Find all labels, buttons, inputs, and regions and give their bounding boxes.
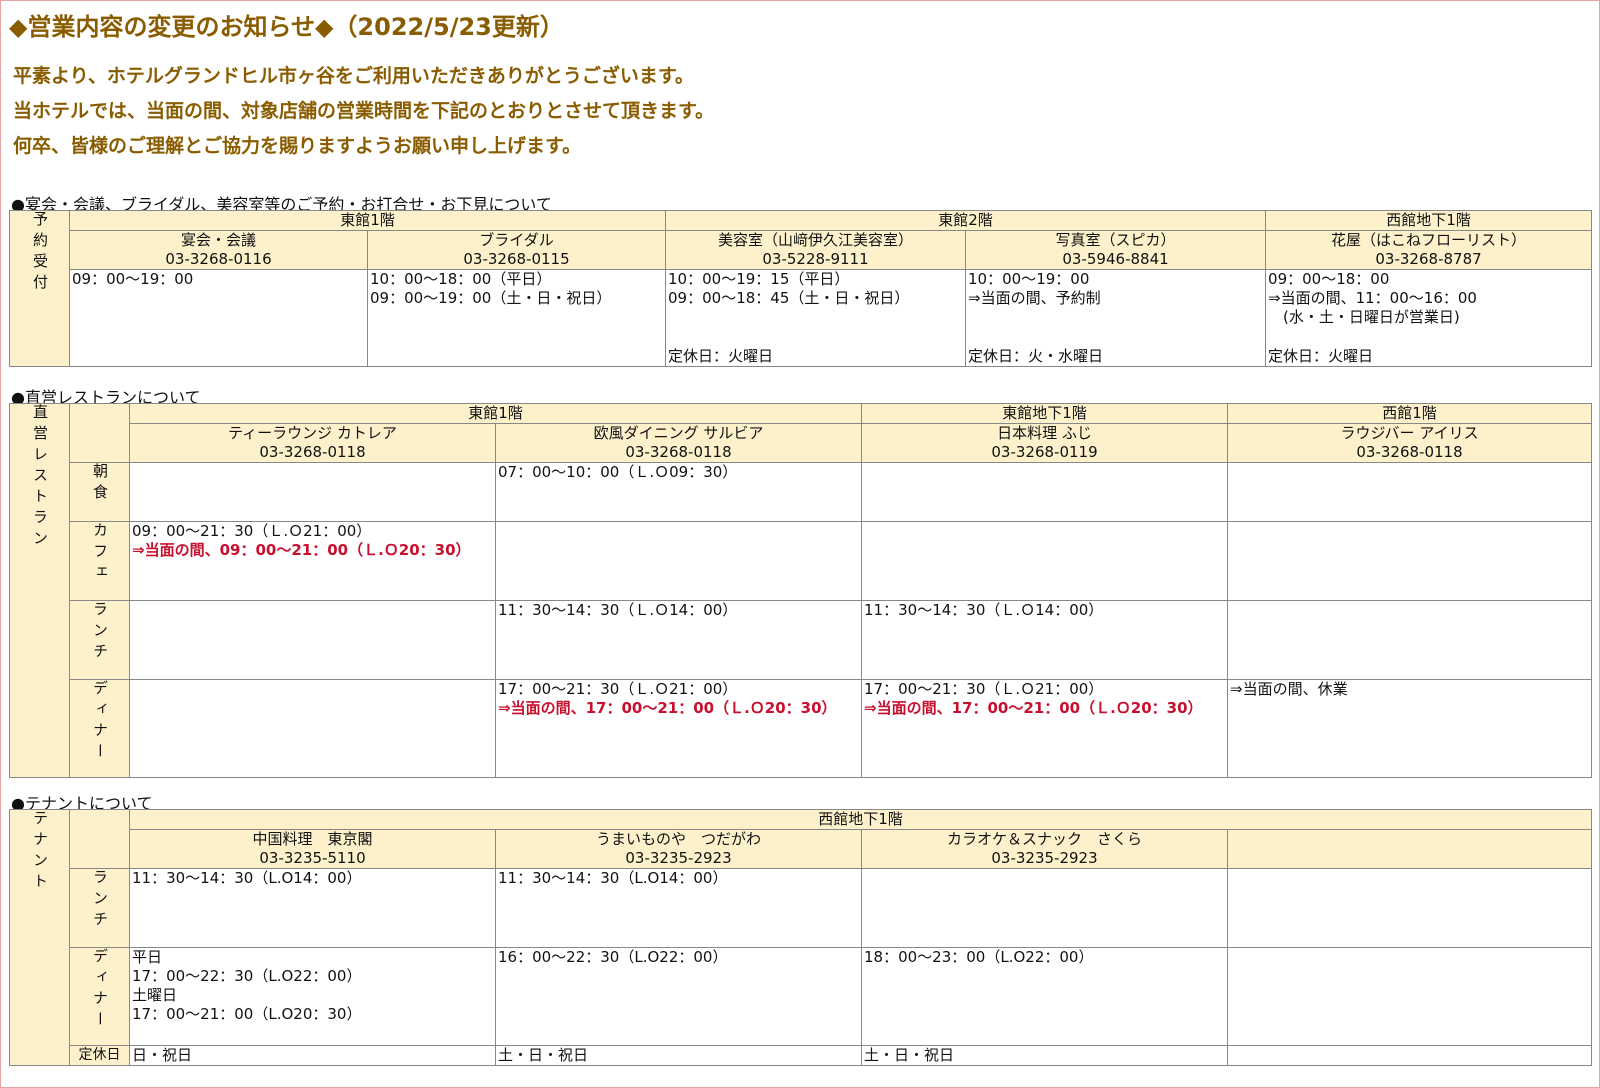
shop-header: うまいものや つだがわ 03-3235-2923	[495, 829, 862, 869]
notice-page: ◆営業内容の変更のお知らせ◆（2022/5/23更新） 平素より、ホテルグランド…	[0, 0, 1600, 1088]
shop-header: 中国料理 東京閣 03-3235-5110	[129, 829, 496, 869]
hours-cell	[1227, 521, 1593, 601]
meal-label-dinner: ディナー	[69, 947, 130, 1046]
hours-cell: 10：00〜19：15（平日） 09：00〜18：45（土・日・祝日） 定休日：火…	[665, 269, 967, 367]
hours-cell: 11：30〜14：30（L.O14：00）	[495, 868, 862, 948]
hours-cell	[1226, 947, 1593, 1046]
reservations-side-label: 予約受付	[9, 210, 70, 367]
shop-header: ティーラウンジ カトレア 03-3268-0118	[129, 423, 496, 463]
temporary-hours-notice: ⇒当面の間、09：00〜21：00（Ｌ.Ｏ20：30）	[132, 541, 471, 559]
floor-header: 東館1階	[128, 403, 863, 424]
hours-cell: 11：30〜14：30（L.O14：00）	[129, 868, 496, 948]
shop-header: ブライダル 03-3268-0115	[366, 230, 667, 270]
hours-cell: 17：00〜21：30（Ｌ.Ｏ21：00） ⇒当面の間、17：00〜21：00（Ｌ…	[494, 679, 863, 778]
restaurants-table: 直営レストラン 東館1階 東館地下1階 西館1階 ティーラウンジ カトレア 03-…	[9, 403, 1593, 778]
shop-header: 写真室（スピカ） 03-5946-8841	[965, 230, 1267, 270]
closed-days: 定休日：火・水曜日	[968, 347, 1104, 365]
reservations-table: 予約受付 東館1階 東館2階 西館地下1階 宴会・会議 03-3268-0116 …	[9, 210, 1593, 367]
shop-header: ラウジバー アイリス 03-3268-0118	[1227, 423, 1593, 463]
hours-cell: ⇒当面の間、休業	[1227, 679, 1593, 778]
hours-cell: 07：00〜10：00（Ｌ.Ｏ09：30）	[494, 462, 863, 522]
intro-line-1: 平素より、ホテルグランドヒル市ヶ谷をご利用いただきありがとうございます。	[13, 65, 694, 87]
closed-days-cell: 日・祝日	[129, 1045, 496, 1066]
hours-cell	[861, 868, 1228, 948]
floor-header: 東館地下1階	[861, 403, 1229, 424]
floor-header: 東館1階	[68, 210, 667, 231]
hours-cell: 平日 17：00〜22：30（L.O22：00） 土曜日 17：00〜21：00…	[129, 947, 496, 1046]
hours-cell: 11：30〜14：30（Ｌ.Ｏ14：00）	[861, 600, 1229, 680]
shop-header: 欧風ダイニング サルビア 03-3268-0118	[494, 423, 863, 463]
hours-cell	[1227, 600, 1593, 680]
shop-header: カラオケ＆スナック さくら 03-3235-2923	[861, 829, 1228, 869]
closed-days-cell	[1226, 1045, 1593, 1066]
hours-cell: 10：00〜19：00 ⇒当面の間、予約制 定休日：火・水曜日	[965, 269, 1267, 367]
intro-line-3: 何卒、皆様のご理解とご協力を賜りますようお願い申し上げます。	[13, 135, 582, 157]
closed-days-cell: 土・日・祝日	[495, 1045, 862, 1066]
hours-cell	[494, 521, 863, 601]
meal-label-lunch: ランチ	[69, 600, 130, 680]
shop-header: 日本料理 ふじ 03-3268-0119	[861, 423, 1229, 463]
intro-line-2: 当ホテルでは、当面の間、対象店舗の営業時間を下記のとおりとさせて頂きます。	[13, 100, 715, 122]
meal-label-breakfast: 朝食	[69, 462, 130, 522]
page-title: ◆営業内容の変更のお知らせ◆（2022/5/23更新）	[9, 13, 564, 41]
hours-cell	[1227, 462, 1593, 522]
hours-cell: 11：30〜14：30（Ｌ.Ｏ14：00）	[494, 600, 863, 680]
hours-cell: 17：00〜21：30（Ｌ.Ｏ21：00） ⇒当面の間、17：00〜21：00（Ｌ…	[861, 679, 1229, 778]
hours-cell: 09：00〜21：30（Ｌ.Ｏ21：00） ⇒当面の間、09：00〜21：00（Ｌ…	[129, 521, 496, 601]
hours-cell: 09：00〜19：00	[69, 269, 368, 367]
meal-label-cafe: カフェ	[69, 521, 130, 601]
closed-days: 定休日：火曜日	[668, 347, 774, 365]
shop-header: 美容室（山﨑伊久江美容室） 03-5228-9111	[665, 230, 967, 270]
shop-header	[1226, 829, 1593, 869]
hours-cell	[861, 521, 1229, 601]
closed-days-label: 定休日	[69, 1045, 130, 1066]
tenants-table: テナント 西館地下1階 中国料理 東京閣 03-3235-5110 うまいものや …	[9, 809, 1593, 1066]
hours-cell: 18：00〜23：00（L.O22：00）	[861, 947, 1228, 1046]
blank-header	[69, 809, 130, 869]
hours-cell	[129, 600, 496, 680]
closed-days: 定休日：火曜日	[1268, 347, 1374, 365]
tenants-side-label: テナント	[9, 809, 70, 1066]
temporary-hours-notice: ⇒当面の間、17：00〜21：00（Ｌ.Ｏ20：30）	[498, 699, 837, 717]
shop-header: 花屋（はこねフローリスト） 03-3268-8787	[1265, 230, 1593, 270]
floor-header: 西館1階	[1227, 403, 1593, 424]
hours-cell: 10：00〜18：00（平日） 09：00〜19：00（土・日・祝日）	[366, 269, 667, 367]
hours-cell	[129, 462, 496, 522]
hours-cell	[129, 679, 496, 778]
temporary-hours-notice: ⇒当面の間、17：00〜21：00（Ｌ.Ｏ20：30）	[864, 699, 1203, 717]
floor-header: 西館地下1階	[1265, 210, 1593, 231]
closed-days-cell: 土・日・祝日	[861, 1045, 1228, 1066]
hours-cell: 09：00〜18：00 ⇒当面の間、11：00〜16：00 (水・土・日曜日が営…	[1265, 269, 1593, 367]
shop-header: 宴会・会議 03-3268-0116	[69, 230, 368, 270]
restaurants-side-label: 直営レストラン	[9, 403, 70, 778]
hours-cell	[861, 462, 1229, 522]
floor-header: 東館2階	[665, 210, 1267, 231]
hours-cell	[1226, 868, 1593, 948]
meal-label-lunch: ランチ	[69, 868, 130, 948]
floor-header: 西館地下1階	[128, 809, 1593, 830]
blank-header	[69, 403, 130, 463]
hours-cell: 16：00〜22：30（L.O22：00）	[495, 947, 862, 1046]
meal-label-dinner: ディナー	[69, 679, 130, 778]
